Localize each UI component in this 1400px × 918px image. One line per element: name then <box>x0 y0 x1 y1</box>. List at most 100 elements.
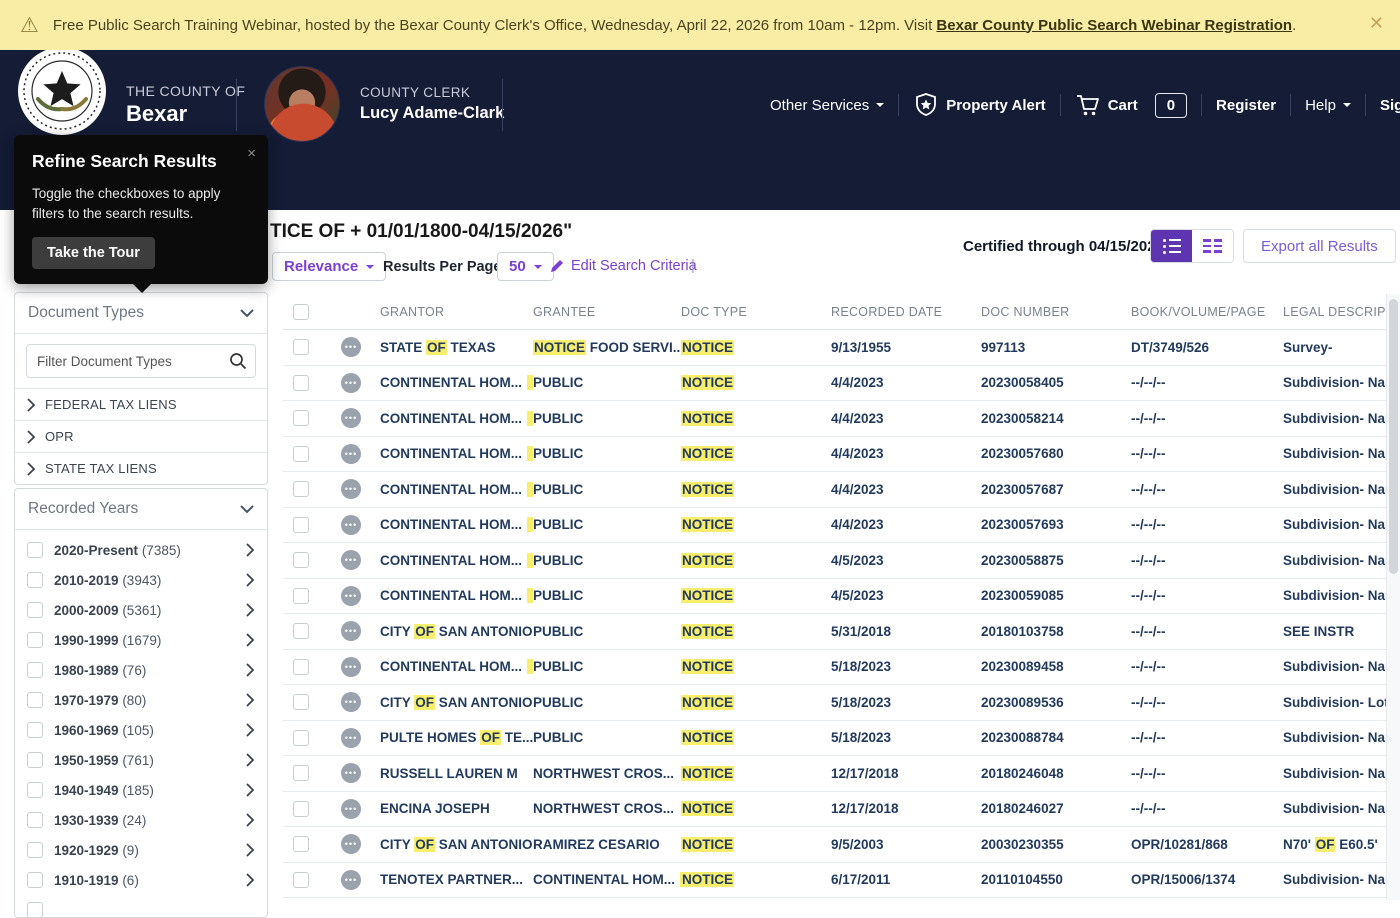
row-checkbox[interactable] <box>293 694 309 710</box>
property-alert-button[interactable]: Property Alert <box>913 92 1045 118</box>
row-actions-button[interactable]: ••• <box>341 728 361 748</box>
export-all-results-button[interactable]: Export all Results <box>1243 229 1396 263</box>
table-row[interactable]: •••PULTE HOMES OF TE...PUBLICNOTICE5/18/… <box>283 721 1400 757</box>
row-checkbox[interactable] <box>293 836 309 852</box>
table-row[interactable]: •••CONTINENTAL HOM...PUBLICNOTICE4/4/202… <box>283 472 1400 508</box>
table-row[interactable]: •••CONTINENTAL HOM...PUBLICNOTICE4/4/202… <box>283 437 1400 473</box>
table-row[interactable]: •••CONTINENTAL HOM...PUBLICNOTICE4/4/202… <box>283 508 1400 544</box>
card-view-button[interactable] <box>1192 230 1233 262</box>
row-actions-button[interactable]: ••• <box>341 550 361 570</box>
row-actions-button[interactable]: ••• <box>341 586 361 606</box>
list-view-button[interactable] <box>1151 230 1192 262</box>
row-actions-button[interactable]: ••• <box>341 408 361 428</box>
recorded-years-header[interactable]: Recorded Years <box>15 489 267 530</box>
row-checkbox[interactable] <box>293 375 309 391</box>
year-expand-button[interactable] <box>246 753 255 767</box>
year-expand-button[interactable] <box>246 693 255 707</box>
row-checkbox[interactable] <box>293 481 309 497</box>
sign-in-link[interactable]: Sign In <box>1380 97 1400 114</box>
row-checkbox[interactable] <box>293 339 309 355</box>
table-row[interactable]: •••CITY OF SAN ANTONIOPUBLICNOTICE5/18/2… <box>283 685 1400 721</box>
cell-doc-type: NOTICE <box>681 624 831 639</box>
year-checkbox[interactable] <box>27 542 43 558</box>
table-row[interactable]: •••CONTINENTAL HOM...PUBLICNOTICE4/5/202… <box>283 579 1400 615</box>
document-type-item[interactable]: OPR <box>15 420 267 452</box>
table-row[interactable]: •••RUSSELL LAUREN MNORTHWEST CROS...NOTI… <box>283 756 1400 792</box>
document-types-header[interactable]: Document Types <box>15 293 267 334</box>
row-checkbox[interactable] <box>293 623 309 639</box>
scrollbar-thumb[interactable] <box>1389 299 1398 574</box>
year-checkbox[interactable] <box>27 872 43 888</box>
document-type-item[interactable]: FEDERAL TAX LIENS <box>15 388 267 420</box>
year-expand-button[interactable] <box>246 783 255 797</box>
row-actions-button[interactable]: ••• <box>341 479 361 499</box>
year-checkbox[interactable] <box>27 782 43 798</box>
year-checkbox[interactable] <box>27 662 43 678</box>
table-row[interactable]: •••TENOTEX PARTNER...CONTINENTAL HOM...N… <box>283 863 1400 899</box>
row-checkbox[interactable] <box>293 446 309 462</box>
other-services-menu[interactable]: Other Services <box>770 97 884 114</box>
year-checkbox[interactable] <box>27 572 43 588</box>
row-checkbox[interactable] <box>293 730 309 746</box>
take-the-tour-button[interactable]: Take the Tour <box>32 237 155 269</box>
popover-close-icon[interactable]: × <box>247 145 256 162</box>
year-expand-button[interactable] <box>246 573 255 587</box>
year-expand-button[interactable] <box>246 723 255 737</box>
table-row[interactable]: •••CITY OF SAN ANTONIOPUBLICNOTICE5/31/2… <box>283 614 1400 650</box>
year-checkbox[interactable] <box>27 812 43 828</box>
banner-close-icon[interactable]: ✕ <box>1369 13 1384 34</box>
register-link[interactable]: Register <box>1216 97 1276 114</box>
webinar-registration-link[interactable]: Bexar County Public Search Webinar Regis… <box>936 17 1292 34</box>
results-per-page-dropdown[interactable]: 50 <box>497 252 554 281</box>
row-actions-button[interactable]: ••• <box>341 834 361 854</box>
year-expand-button[interactable] <box>246 663 255 677</box>
year-checkbox[interactable] <box>27 602 43 618</box>
row-actions-button[interactable]: ••• <box>341 621 361 641</box>
row-actions-button[interactable]: ••• <box>341 692 361 712</box>
table-row[interactable]: •••ENCINA JOSEPHNORTHWEST CROS...NOTICE1… <box>283 792 1400 828</box>
row-checkbox[interactable] <box>293 801 309 817</box>
row-actions-button[interactable]: ••• <box>341 799 361 819</box>
year-expand-button[interactable] <box>246 843 255 857</box>
vertical-scrollbar[interactable] <box>1386 294 1400 900</box>
year-checkbox[interactable] <box>27 752 43 768</box>
cart-button[interactable]: Cart 0 <box>1075 93 1187 118</box>
table-row[interactable]: •••CONTINENTAL HOM...PUBLICNOTICE4/4/202… <box>283 401 1400 437</box>
table-row[interactable]: •••CONTINENTAL HOM...PUBLICNOTICE4/5/202… <box>283 543 1400 579</box>
table-row[interactable]: •••CONTINENTAL HOM...PUBLICNOTICE4/4/202… <box>283 366 1400 402</box>
table-row[interactable]: •••CONTINENTAL HOM...PUBLICNOTICE5/18/20… <box>283 650 1400 686</box>
year-checkbox[interactable] <box>27 842 43 858</box>
row-actions-button[interactable]: ••• <box>341 763 361 783</box>
year-checkbox[interactable] <box>27 722 43 738</box>
help-menu[interactable]: Help <box>1305 97 1351 114</box>
sort-dropdown[interactable]: Relevance <box>272 252 386 281</box>
row-checkbox[interactable] <box>293 517 309 533</box>
year-checkbox[interactable] <box>27 902 43 918</box>
year-checkbox[interactable] <box>27 692 43 708</box>
row-checkbox[interactable] <box>293 588 309 604</box>
search-icon[interactable] <box>229 352 247 370</box>
year-expand-button[interactable] <box>246 813 255 827</box>
row-actions-button[interactable]: ••• <box>341 373 361 393</box>
row-actions-button[interactable]: ••• <box>341 337 361 357</box>
row-checkbox[interactable] <box>293 410 309 426</box>
year-expand-button[interactable] <box>246 873 255 887</box>
table-row[interactable]: •••CITY OF SAN ANTONIORAMIREZ CESARIONOT… <box>283 827 1400 863</box>
row-checkbox[interactable] <box>293 872 309 888</box>
table-row[interactable]: •••STATE OF TEXASNOTICE FOOD SERVI...NOT… <box>283 330 1400 366</box>
document-type-item[interactable]: STATE TAX LIENS <box>15 452 267 484</box>
row-checkbox[interactable] <box>293 552 309 568</box>
row-actions-button[interactable]: ••• <box>341 515 361 535</box>
edit-search-criteria-link[interactable]: Edit Search Criteria <box>550 258 697 274</box>
select-all-checkbox[interactable] <box>293 304 309 320</box>
year-expand-button[interactable] <box>246 633 255 647</box>
year-expand-button[interactable] <box>246 603 255 617</box>
row-actions-button[interactable]: ••• <box>341 657 361 677</box>
row-actions-button[interactable]: ••• <box>341 444 361 464</box>
row-checkbox[interactable] <box>293 659 309 675</box>
row-actions-button[interactable]: ••• <box>341 870 361 890</box>
row-checkbox[interactable] <box>293 765 309 781</box>
year-expand-button[interactable] <box>246 543 255 557</box>
year-checkbox[interactable] <box>27 632 43 648</box>
filter-document-types-input[interactable] <box>26 344 256 378</box>
